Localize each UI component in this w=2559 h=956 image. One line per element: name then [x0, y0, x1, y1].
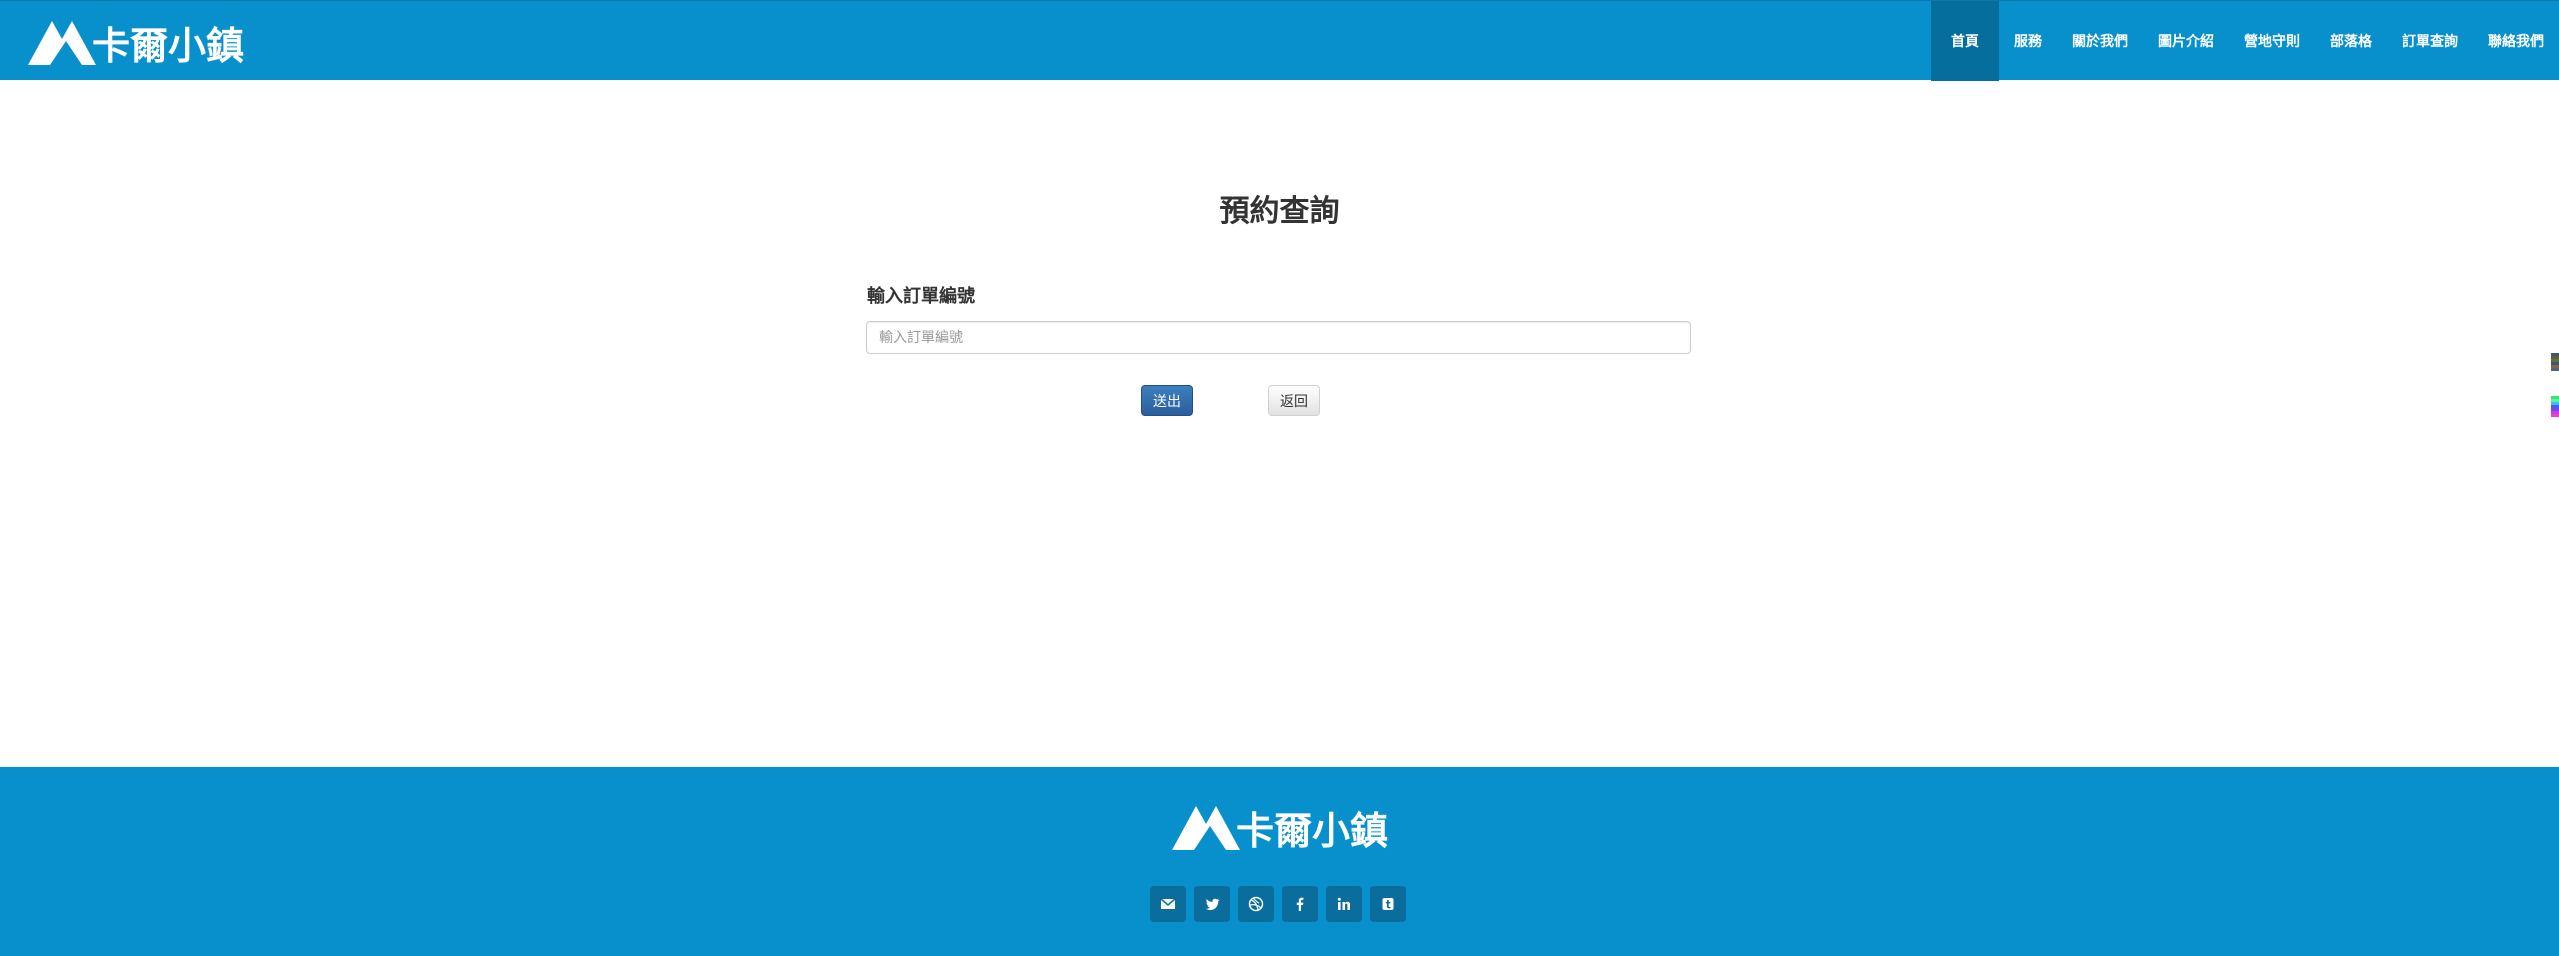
envelope-icon[interactable]: [1150, 886, 1186, 922]
nav-item-camp-rules[interactable]: 營地守則: [2229, 1, 2315, 81]
logo-text: 卡爾小鎮: [92, 24, 244, 68]
nav-item-order-query[interactable]: 訂單查詢: [2387, 1, 2473, 81]
linkedin-icon[interactable]: [1326, 886, 1362, 922]
footer-logo[interactable]: 卡爾小鎮: [1170, 800, 1402, 856]
nav-item-contact[interactable]: 聯絡我們: [2473, 1, 2559, 81]
social-links: [1150, 886, 1406, 922]
main-nav: 首頁 服務 關於我們 圖片介紹 營地守則 部落格 訂單查詢 聯絡我們: [1931, 1, 2559, 81]
back-button[interactable]: 返回: [1268, 385, 1320, 416]
twitter-icon[interactable]: [1194, 886, 1230, 922]
top-navbar: 卡爾小鎮 首頁 服務 關於我們 圖片介紹 營地守則 部落格 訂單查詢 聯絡我們: [0, 0, 2559, 81]
order-number-input[interactable]: [866, 321, 1691, 354]
order-number-label: 輸入訂單編號: [867, 286, 975, 307]
footer-logo-text: 卡爾小鎮: [1236, 809, 1388, 853]
logo-graphic: 卡爾小鎮: [28, 21, 244, 68]
nav-item-blog[interactable]: 部落格: [2315, 1, 2387, 81]
page-title: 預約查詢: [1219, 194, 1340, 229]
color-palette-widget-2[interactable]: [2551, 396, 2559, 417]
nav-item-gallery[interactable]: 圖片介紹: [2143, 1, 2229, 81]
nav-item-services[interactable]: 服務: [1999, 1, 2057, 81]
submit-button[interactable]: 送出: [1141, 385, 1193, 416]
dribbble-icon[interactable]: [1238, 886, 1274, 922]
color-palette-widget[interactable]: [2551, 353, 2559, 371]
site-logo[interactable]: 卡爾小鎮: [26, 15, 258, 71]
site-footer: [0, 767, 2559, 956]
nav-item-home[interactable]: 首頁: [1931, 1, 1999, 81]
nav-item-about[interactable]: 關於我們: [2057, 1, 2143, 81]
facebook-icon[interactable]: [1282, 886, 1318, 922]
tumblr-icon[interactable]: [1370, 886, 1406, 922]
footer-logo-graphic: 卡爾小鎮: [1172, 806, 1388, 853]
